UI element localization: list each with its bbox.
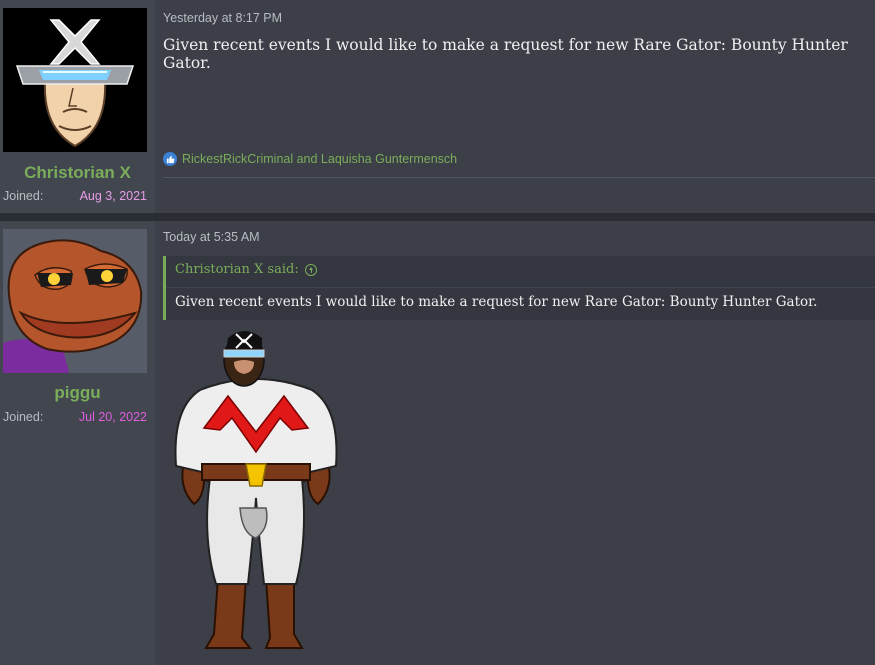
quote-text: Given recent events I would like to make…	[175, 294, 818, 310]
quote-header[interactable]: Christorian X said:	[175, 262, 317, 277]
post-timestamp[interactable]: Today at 5:35 AM	[163, 230, 260, 244]
post-timestamp[interactable]: Yesterday at 8:17 PM	[163, 11, 282, 25]
thumbs-up-icon	[163, 152, 177, 166]
arrow-up-circle-icon[interactable]	[304, 263, 317, 276]
superhero-cartoon-image[interactable]	[170, 328, 342, 661]
quote-block: Christorian X said: Given recent events …	[163, 256, 875, 320]
quote-author[interactable]: Christorian X said:	[175, 262, 299, 277]
username[interactable]: Christorian X	[0, 163, 155, 183]
reaction-bar[interactable]: RickestRickCriminal and Laquisha Gunterm…	[163, 152, 457, 166]
avatar[interactable]	[3, 229, 147, 373]
quote-divider	[166, 287, 875, 288]
joined-label: Joined:	[3, 410, 44, 424]
avatar[interactable]	[3, 8, 147, 152]
post-body: Given recent events I would like to make…	[163, 36, 848, 72]
post-divider	[163, 177, 875, 178]
post-separator	[0, 213, 875, 221]
joined-date: Aug 3, 2021	[79, 189, 147, 203]
joined-label: Joined:	[3, 189, 44, 203]
joined-date: Jul 20, 2022	[78, 410, 147, 424]
username[interactable]: piggu	[0, 383, 155, 403]
reaction-users[interactable]: RickestRickCriminal and Laquisha Gunterm…	[182, 152, 457, 166]
